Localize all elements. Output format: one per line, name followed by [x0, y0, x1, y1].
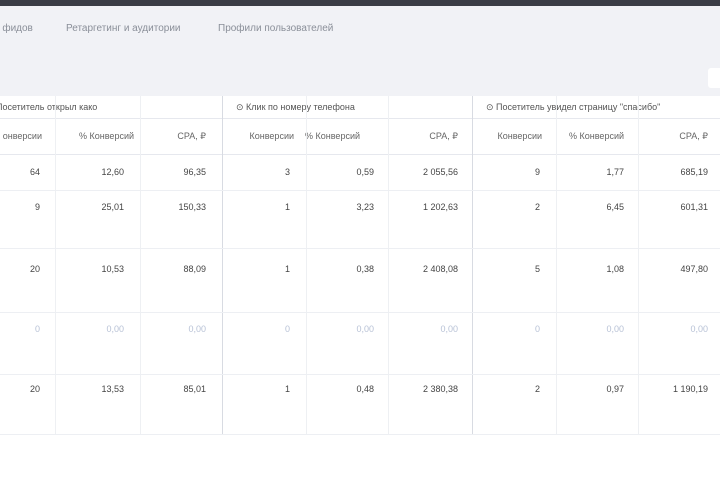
table-row[interactable]: 20 13,53 85,01 1 0,48 2 380,38 2 0,97 1 …: [0, 374, 720, 435]
cell-conversions: 9: [534, 167, 540, 177]
tab-retargeting-audiences[interactable]: Ретаргетинг и аудитории: [66, 23, 181, 34]
cell-conversion-rate: 12,60: [101, 167, 124, 177]
col-conversions-3[interactable]: Конверсии: [498, 118, 542, 154]
toolbar-button[interactable]: [708, 68, 720, 88]
table-row[interactable]: 20 10,53 88,09 1 0,38 2 408,08 5 1,08 49…: [0, 248, 720, 313]
cell-conversion-rate: 0,59: [356, 167, 374, 177]
cell-conversions: 1: [284, 264, 290, 274]
cell-conversions: 20: [29, 384, 40, 394]
cell-conversion-rate: 0,00: [106, 324, 124, 334]
col-cpa-1[interactable]: CPA, ₽: [177, 118, 206, 154]
table-row[interactable]: 0 0,00 0,00 0 0,00 0,00 0 0,00 0,00: [0, 312, 720, 375]
cell-cpa: 601,31: [680, 202, 708, 212]
cell-cpa: 2 380,38: [422, 384, 458, 394]
cell-conversions: 64: [29, 167, 40, 177]
cell-conversions: 5: [534, 264, 540, 274]
cell-conversion-rate: 25,01: [101, 202, 124, 212]
goal-phone-click: ⊙ Клик по номеру телефона: [236, 102, 355, 112]
cell-conversions: 1: [284, 202, 290, 212]
cell-cpa: 0,00: [440, 324, 458, 334]
cell-conversion-rate: 0,48: [356, 384, 374, 394]
cell-conversions: 0: [34, 324, 40, 334]
cell-cpa: 685,19: [680, 167, 708, 177]
cell-cpa: 497,80: [680, 264, 708, 274]
col-cpa-2[interactable]: CPA, ₽: [429, 118, 458, 154]
cell-cpa: 2 408,08: [422, 264, 458, 274]
col-conversions-2[interactable]: Конверсии: [250, 118, 294, 154]
cell-conversions: 2: [534, 202, 540, 212]
cell-conversion-rate: 13,53: [101, 384, 124, 394]
cell-conversions: 9: [34, 202, 40, 212]
tab-feeds[interactable]: о фидов: [0, 23, 33, 34]
cell-cpa: 1 202,63: [422, 202, 458, 212]
col-cpa-3[interactable]: CPA, ₽: [679, 118, 708, 154]
col-conversions-1[interactable]: онверсии: [3, 118, 42, 154]
cell-conversion-rate: 1,77: [606, 167, 624, 177]
col-conversion-rate-2[interactable]: % Конверсий: [305, 118, 360, 154]
cell-cpa: 2 055,56: [422, 167, 458, 177]
col-conversion-rate-1[interactable]: % Конверсий: [79, 118, 134, 154]
cell-conversions: 2: [534, 384, 540, 394]
cell-conversions: 3: [284, 167, 290, 177]
col-conversion-rate-3[interactable]: % Конверсий: [569, 118, 624, 154]
cell-conversions: 1: [284, 384, 290, 394]
cell-conversion-rate: 10,53: [101, 264, 124, 274]
cell-conversions: 0: [284, 324, 290, 334]
cell-cpa: 0,00: [188, 324, 206, 334]
column-header-row: онверсии % Конверсий CPA, ₽ Конверсии % …: [0, 118, 720, 155]
goal-header-row: Посетитель открыл како ⊙ Клик по номеру …: [0, 96, 720, 119]
table-row[interactable]: 64 12,60 96,35 3 0,59 2 055,56 9 1,77 68…: [0, 154, 720, 191]
header-panel: о фидов Ретаргетинг и аудитории Профили …: [0, 6, 720, 96]
goal-opened-page: Посетитель открыл како: [0, 102, 98, 112]
table-row[interactable]: 9 25,01 150,33 1 3,23 1 202,63 2 6,45 60…: [0, 190, 720, 249]
cell-cpa: 96,35: [183, 167, 206, 177]
cell-cpa: 88,09: [183, 264, 206, 274]
goal-thank-you-page: ⊙ Посетитель увидел страницу "спасибо": [486, 102, 661, 112]
cell-cpa: 85,01: [183, 384, 206, 394]
cell-conversion-rate: 3,23: [356, 202, 374, 212]
cell-conversion-rate: 0,97: [606, 384, 624, 394]
cell-cpa: 0,00: [690, 324, 708, 334]
cell-cpa: 150,33: [178, 202, 206, 212]
tab-user-profiles[interactable]: Профили пользователей: [218, 23, 333, 34]
cell-conversion-rate: 0,38: [356, 264, 374, 274]
cell-conversions: 0: [534, 324, 540, 334]
cell-conversion-rate: 1,08: [606, 264, 624, 274]
cell-conversion-rate: 6,45: [606, 202, 624, 212]
cell-conversion-rate: 0,00: [356, 324, 374, 334]
cell-conversions: 20: [29, 264, 40, 274]
cell-cpa: 1 190,19: [672, 384, 708, 394]
cell-conversion-rate: 0,00: [606, 324, 624, 334]
